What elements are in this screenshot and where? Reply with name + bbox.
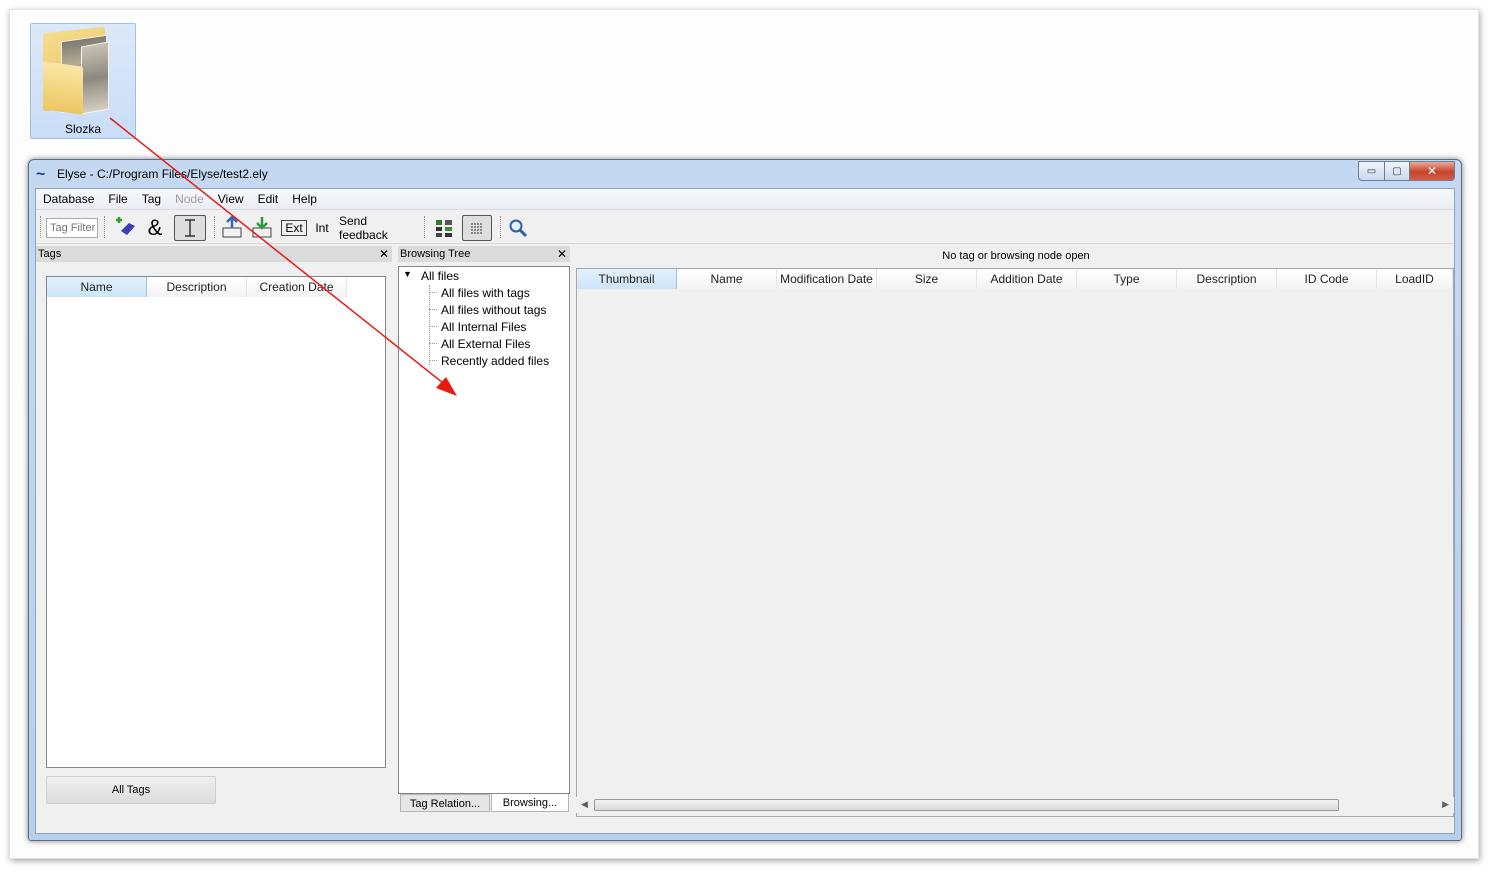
add-tag-button[interactable] [112, 215, 138, 241]
elyse-window: ~ Elyse - C:/Program Files/Elyse/test2.e… [28, 159, 1462, 841]
list-view-button[interactable] [462, 215, 492, 241]
menu-help[interactable]: Help [285, 189, 324, 209]
text-cursor-button[interactable] [174, 215, 206, 241]
maximize-button[interactable]: ▢ [1385, 161, 1410, 181]
tree-item-all-files[interactable]: All files [421, 269, 459, 283]
browsing-panel-close-icon[interactable]: ✕ [557, 246, 567, 262]
toolbar-grip[interactable] [104, 216, 107, 238]
tags-col-description[interactable]: Description [147, 277, 247, 297]
tab-tag-relation[interactable]: Tag Relation... [400, 794, 490, 812]
export-button[interactable] [220, 215, 244, 241]
tree-connector [429, 292, 437, 293]
tree-connector [429, 326, 437, 327]
close-button[interactable]: ✕ [1410, 161, 1455, 181]
files-col-addition-date[interactable]: Addition Date [977, 269, 1077, 289]
list-view-icon [471, 223, 483, 234]
tags-panel-title: Tags [38, 248, 62, 260]
search-button[interactable] [506, 215, 530, 241]
files-col-description[interactable]: Description [1177, 269, 1277, 289]
all-tags-button[interactable]: All Tags [46, 776, 216, 804]
tree-item-recently-added[interactable]: Recently added files [441, 354, 549, 368]
files-col-type[interactable]: Type [1077, 269, 1177, 289]
toolbar: & Ext Int [36, 210, 1454, 244]
window-client-area: Database File Tag Node View Edit Help & [35, 188, 1455, 834]
import-button[interactable] [250, 215, 274, 241]
files-list[interactable]: Thumbnail Name Modification Date Size Ad… [576, 268, 1454, 817]
files-col-size[interactable]: Size [877, 269, 977, 289]
toolbar-grip[interactable] [424, 216, 427, 238]
tree-item-internal-files[interactable]: All Internal Files [441, 320, 526, 334]
text-cursor-icon [185, 219, 195, 237]
tree-connector [429, 285, 430, 365]
folder-photo-thumbnail-2 [81, 41, 109, 115]
thumbnail-view-button[interactable] [432, 215, 456, 241]
tags-panel-header: Tags ✕ [36, 246, 392, 262]
desktop-folder-icon[interactable]: Slozka [30, 23, 136, 139]
thumbnail-view-icon [436, 220, 452, 237]
open-node-status: No tag or browsing node open [942, 250, 1090, 262]
add-tag-icon [116, 217, 135, 235]
toolbar-grip[interactable] [500, 216, 503, 238]
folder-front-shape [43, 61, 83, 115]
tags-col-name[interactable]: Name [47, 277, 147, 297]
files-horizontal-scrollbar[interactable]: ◀ ▶ [576, 797, 1454, 813]
tab-browsing[interactable]: Browsing... [491, 794, 569, 812]
search-icon [509, 219, 528, 238]
files-column-header: Thumbnail Name Modification Date Size Ad… [577, 269, 1453, 289]
menu-view[interactable]: View [211, 189, 251, 209]
menu-database[interactable]: Database [36, 189, 101, 209]
ampersand-button[interactable]: & [144, 215, 166, 241]
export-icon [222, 216, 242, 238]
tree-expand-icon[interactable]: ▼ [403, 269, 412, 279]
files-col-id-code[interactable]: ID Code [1277, 269, 1377, 289]
elyse-app-icon: ~ [36, 166, 46, 183]
desktop-folder-label: Slozka [64, 122, 102, 136]
scrollbar-thumb[interactable] [594, 799, 1339, 811]
tags-list[interactable]: Name Description Creation Date [46, 276, 386, 768]
ext-button[interactable]: Ext [280, 215, 308, 241]
browsing-panel-title: Browsing Tree [400, 248, 471, 260]
import-icon [252, 217, 272, 238]
tags-panel-close-icon[interactable]: ✕ [379, 246, 389, 262]
tree-item-external-files[interactable]: All External Files [441, 337, 530, 351]
tree-connector [429, 360, 437, 361]
menu-file[interactable]: File [101, 189, 134, 209]
tree-item-files-with-tags[interactable]: All files with tags [441, 286, 530, 300]
files-col-loadid[interactable]: LoadID [1377, 269, 1453, 289]
menu-edit[interactable]: Edit [251, 189, 286, 209]
browsing-panel-header: Browsing Tree ✕ [398, 246, 570, 262]
menu-tag[interactable]: Tag [135, 189, 168, 209]
tag-filter-input[interactable] [46, 218, 98, 238]
toolbar-grip[interactable] [214, 216, 217, 238]
tree-item-files-without-tags[interactable]: All files without tags [441, 303, 546, 317]
minimize-button[interactable]: ▭ [1358, 161, 1385, 181]
menu-node[interactable]: Node [168, 189, 211, 209]
toolbar-grip[interactable] [40, 216, 43, 238]
files-col-name[interactable]: Name [677, 269, 777, 289]
files-col-modification-date[interactable]: Modification Date [777, 269, 877, 289]
window-title: Elyse - C:/Program Files/Elyse/test2.ely [57, 167, 268, 181]
files-col-thumbnail[interactable]: Thumbnail [577, 269, 677, 289]
scroll-left-arrow-icon[interactable]: ◀ [581, 799, 588, 810]
scroll-right-arrow-icon[interactable]: ▶ [1442, 799, 1449, 810]
tree-connector [429, 343, 437, 344]
tree-connector [429, 309, 437, 310]
browsing-tree[interactable]: ▼ All files All files with tags All file… [398, 266, 570, 794]
send-feedback-button[interactable]: Send feedback [339, 214, 415, 242]
title-bar[interactable]: ~ Elyse - C:/Program Files/Elyse/test2.e… [29, 160, 1461, 188]
menu-bar: Database File Tag Node View Edit Help [36, 189, 1454, 210]
ext-label: Ext [281, 220, 307, 236]
tags-col-creation-date[interactable]: Creation Date [247, 277, 347, 297]
tags-column-header: Name Description Creation Date [47, 277, 347, 297]
int-button[interactable]: Int [312, 215, 332, 241]
